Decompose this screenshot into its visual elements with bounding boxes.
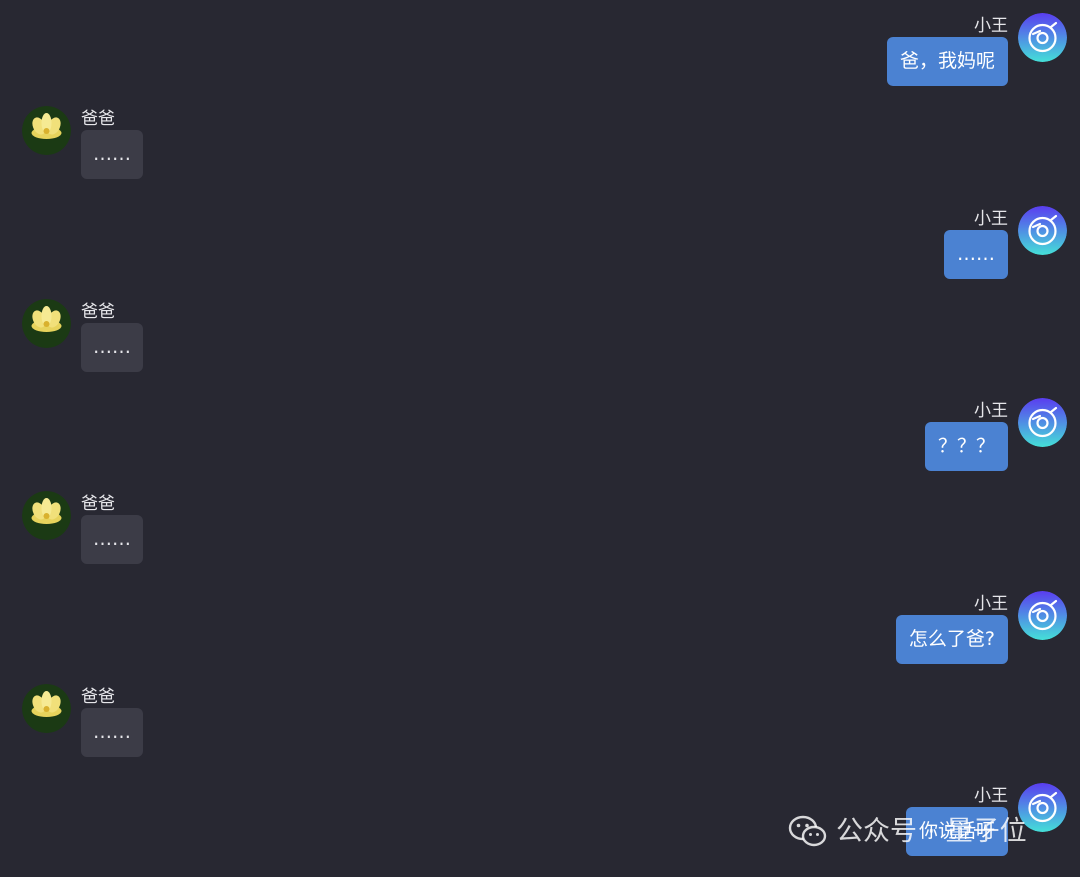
sender-name: 小王 — [974, 16, 1008, 36]
message-bubble[interactable]: …… — [944, 230, 1008, 279]
watermark-account: 量子位 — [945, 816, 1027, 847]
camera-lens-icon — [1018, 206, 1067, 255]
watermark-separator: · — [927, 816, 936, 847]
user-avatar[interactable] — [1018, 591, 1067, 640]
chat-message-outgoing: 小王 爸，我妈呢 — [886, 13, 1067, 86]
contact-avatar[interactable] — [22, 299, 71, 348]
user-avatar[interactable] — [1018, 13, 1067, 62]
camera-lens-icon — [1018, 591, 1067, 640]
camera-lens-icon — [1018, 13, 1067, 62]
lotus-flower-icon — [22, 491, 71, 540]
chat-message-incoming: 爸爸 …… — [22, 491, 143, 564]
user-avatar[interactable] — [1018, 398, 1067, 447]
message-bubble[interactable]: ？？？ — [924, 422, 1008, 471]
contact-avatar[interactable] — [22, 684, 71, 733]
contact-avatar[interactable] — [22, 491, 71, 540]
sender-name: 爸爸 — [81, 302, 115, 322]
message-bubble[interactable]: …… — [81, 515, 143, 564]
chat-message-incoming: 爸爸 …… — [22, 106, 143, 179]
message-bubble[interactable]: …… — [81, 323, 143, 372]
chat-message-incoming: 爸爸 …… — [22, 684, 143, 757]
lotus-flower-icon — [22, 299, 71, 348]
message-bubble[interactable]: …… — [81, 130, 143, 179]
sender-name: 小王 — [974, 401, 1008, 421]
sender-name: 小王 — [974, 786, 1008, 806]
lotus-flower-icon — [22, 684, 71, 733]
chat-message-outgoing: 小王 怎么了爸? — [895, 591, 1067, 664]
sender-name: 爸爸 — [81, 687, 115, 707]
message-bubble[interactable]: 怎么了爸? — [895, 615, 1008, 664]
watermark: 公众号 · 量子位 — [788, 812, 1027, 852]
message-bubble[interactable]: …… — [81, 708, 143, 757]
contact-avatar[interactable] — [22, 106, 71, 155]
chat-message-incoming: 爸爸 …… — [22, 299, 143, 372]
wechat-icon — [788, 815, 827, 847]
user-avatar[interactable] — [1018, 206, 1067, 255]
sender-name: 爸爸 — [81, 109, 115, 129]
chat-message-outgoing: 小王 ？？？ — [924, 398, 1067, 471]
sender-name: 小王 — [974, 209, 1008, 229]
message-bubble[interactable]: 爸，我妈呢 — [886, 37, 1008, 86]
camera-lens-icon — [1018, 398, 1067, 447]
sender-name: 爸爸 — [81, 494, 115, 514]
chat-message-outgoing: 小王 …… — [944, 206, 1067, 279]
lotus-flower-icon — [22, 106, 71, 155]
watermark-platform: 公众号 — [836, 816, 917, 847]
sender-name: 小王 — [974, 594, 1008, 614]
